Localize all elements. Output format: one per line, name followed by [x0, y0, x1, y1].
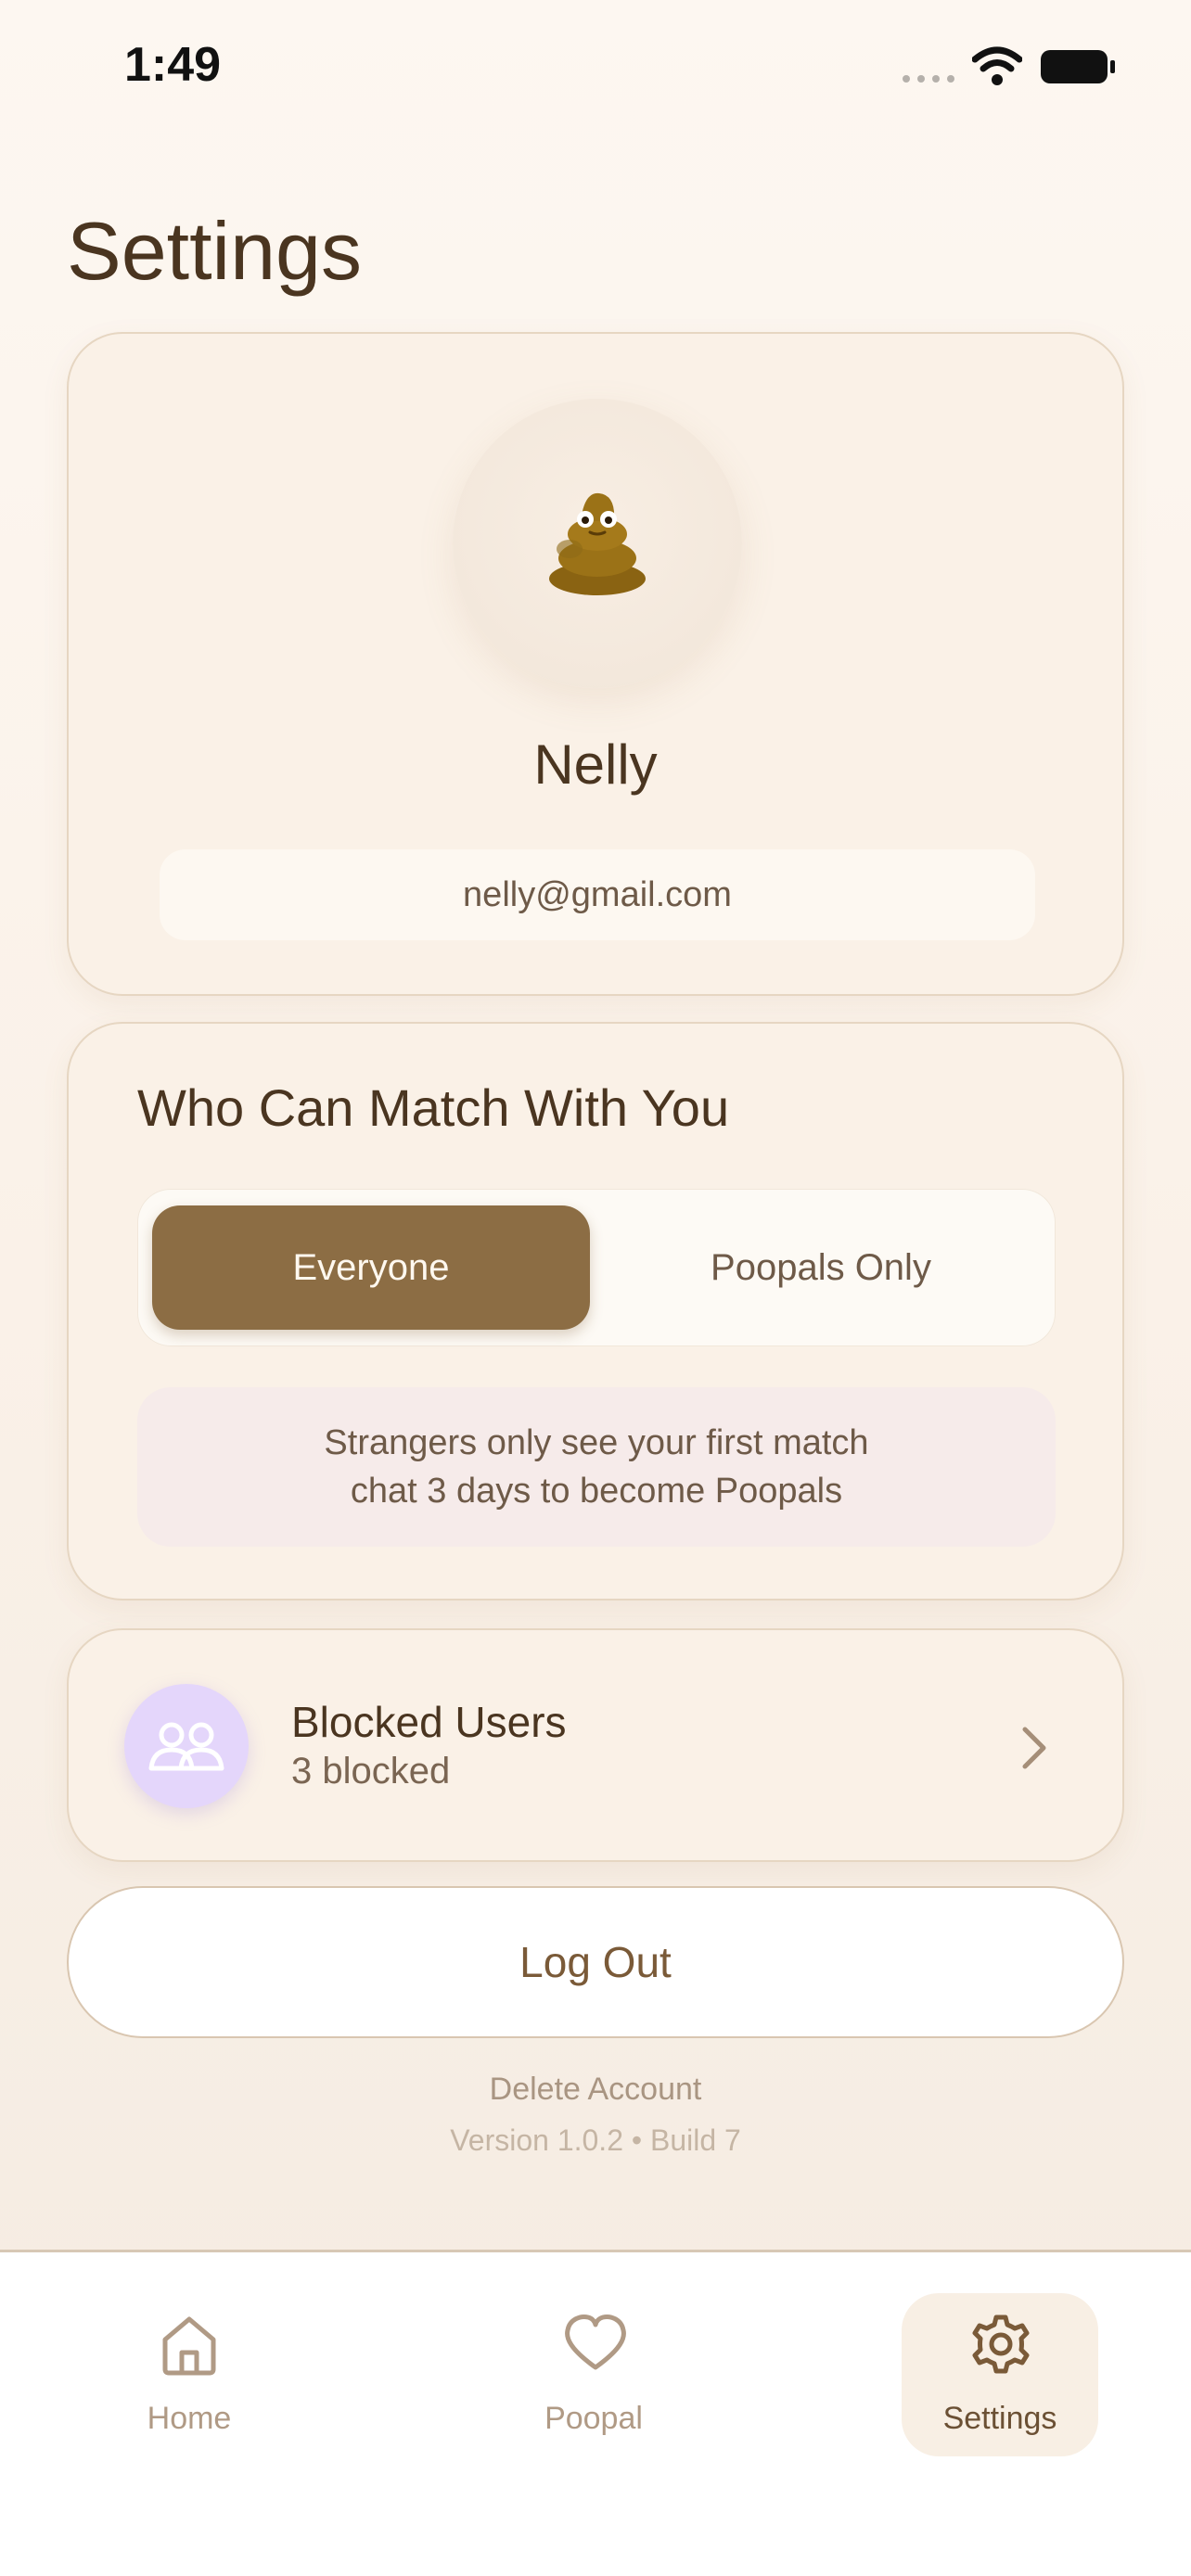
profile-card: Nelly nelly@gmail.com — [67, 332, 1124, 996]
match-segmented-control: Everyone Poopals Only — [137, 1189, 1056, 1346]
tab-home[interactable]: Home — [91, 2293, 288, 2456]
poop-emoji-icon — [549, 492, 646, 595]
match-info-box: Strangers only see your first match chat… — [137, 1387, 1056, 1547]
match-settings-card: Who Can Match With You Everyone Poopals … — [67, 1022, 1124, 1600]
logout-button[interactable]: Log Out — [67, 1886, 1124, 2038]
page-title: Settings — [67, 205, 362, 297]
gear-icon — [972, 2315, 1030, 2374]
tab-poopal[interactable]: Poopal — [495, 2293, 692, 2456]
home-icon — [162, 2316, 216, 2376]
wifi-icon — [972, 46, 1022, 85]
blocked-users-row[interactable]: Blocked Users 3 blocked — [67, 1628, 1124, 1862]
match-section-title: Who Can Match With You — [137, 1078, 730, 1137]
tab-bar: Home Poopal Settings — [0, 2250, 1191, 2576]
tab-poopal-label: Poopal — [544, 2401, 643, 2436]
signal-icon — [903, 75, 954, 83]
blocked-users-icon-circle — [124, 1684, 249, 1808]
chevron-right-icon — [1022, 1727, 1046, 1769]
users-icon — [148, 1722, 224, 1771]
match-info-line-1: Strangers only see your first match — [324, 1423, 869, 1462]
segment-everyone[interactable]: Everyone — [152, 1205, 590, 1330]
tab-settings-label: Settings — [942, 2401, 1057, 2436]
delete-account-link[interactable]: Delete Account — [0, 2072, 1191, 2108]
match-info-line-2: chat 3 days to become Poopals — [350, 1472, 843, 1511]
status-bar: 1:49 — [0, 0, 1191, 139]
tab-home-label: Home — [147, 2401, 232, 2436]
version-text: Version 1.0.2 • Build 7 — [450, 2123, 741, 2157]
profile-email: nelly@gmail.com — [160, 849, 1035, 940]
tab-settings[interactable]: Settings — [902, 2293, 1098, 2456]
heart-icon — [565, 2315, 626, 2370]
blocked-users-title: Blocked Users — [291, 1698, 567, 1746]
profile-name: Nelly — [533, 733, 658, 796]
battery-icon — [1041, 50, 1115, 83]
avatar[interactable] — [453, 399, 742, 688]
segment-poopals-only[interactable]: Poopals Only — [601, 1205, 1041, 1330]
status-time: 1:49 — [124, 38, 222, 92]
blocked-users-count: 3 blocked — [291, 1751, 451, 1792]
